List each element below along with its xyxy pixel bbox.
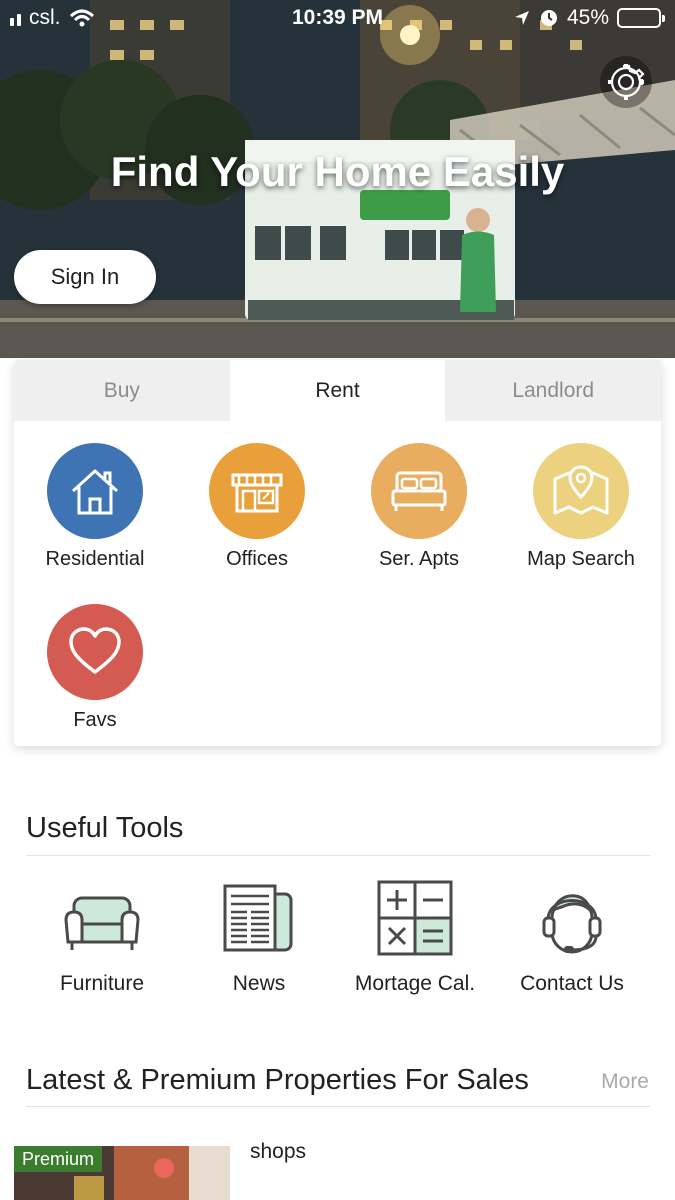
status-right: 45%: [513, 6, 665, 30]
tool-contact-us[interactable]: Contact Us: [492, 880, 652, 996]
property-thumbnail[interactable]: Premium: [14, 1146, 230, 1200]
section-divider: [26, 1106, 650, 1107]
premium-badge: Premium: [14, 1146, 103, 1172]
sofa-icon: [64, 896, 140, 950]
category-label: Map Search: [527, 548, 635, 570]
settings-button[interactable]: [600, 56, 652, 108]
tool-label: Furniture: [59, 972, 145, 995]
tool-mortgage-calculator[interactable]: Mortage Cal.: [335, 880, 495, 996]
category-map-search[interactable]: Map Search: [500, 443, 661, 571]
tool-label: Contact Us: [520, 972, 624, 995]
alarm-clock-icon: [540, 10, 557, 26]
tool-news[interactable]: News: [179, 880, 339, 996]
category-icon-bg: [371, 443, 467, 539]
sign-in-button[interactable]: Sign In: [14, 250, 156, 304]
gear-icon: [608, 64, 645, 100]
heart-icon: [69, 627, 121, 674]
category-label: Favs: [73, 709, 117, 731]
category-label: Ser. Apts: [378, 548, 460, 570]
category-serviced-apartments[interactable]: Ser. Apts: [338, 443, 500, 571]
hero-banner: csl. 10:39 PM 45% Find Your Home Easily …: [0, 0, 675, 358]
storefront-icon: [231, 473, 283, 513]
more-link[interactable]: More: [601, 1070, 649, 1094]
headset-icon: [542, 894, 602, 954]
tool-label: News: [232, 972, 286, 995]
bed-icon: [391, 471, 447, 511]
house-icon: [71, 469, 119, 515]
latest-properties-title: Latest & Premium Properties For Sales: [26, 1064, 529, 1096]
calculator-icon: [377, 880, 453, 956]
category-icon-bg: [209, 443, 305, 539]
status-bar: csl. 10:39 PM 45%: [0, 0, 675, 38]
tool-label: Mortage Cal.: [354, 972, 476, 995]
hero-title: Find Your Home Easily: [110, 148, 565, 195]
category-icon-bg: [533, 443, 629, 539]
battery-percent: 45%: [566, 6, 609, 29]
useful-tools-title: Useful Tools: [26, 812, 184, 844]
category-residential[interactable]: Residential: [14, 443, 176, 571]
battery-icon: [617, 8, 665, 28]
section-divider: [26, 855, 650, 856]
search-category-card: Buy Rent Landlord Residential Offices Se…: [14, 360, 661, 746]
tab-landlord[interactable]: Landlord: [445, 360, 661, 421]
category-label: Offices: [226, 548, 288, 570]
location-arrow-icon: [514, 11, 529, 25]
map-pin-icon: [553, 465, 609, 515]
tool-furniture[interactable]: Furniture: [22, 880, 182, 996]
category-label: Residential: [45, 548, 145, 570]
category-icon-bg: [47, 443, 143, 539]
tab-buy[interactable]: Buy: [14, 360, 230, 421]
listing-type-tabs: Buy Rent Landlord: [14, 360, 661, 421]
category-offices[interactable]: Offices: [176, 443, 338, 571]
category-icon-bg: [47, 604, 143, 700]
tab-rent[interactable]: Rent: [229, 360, 446, 421]
property-type[interactable]: shops: [250, 1140, 306, 1164]
newspaper-icon: [223, 884, 293, 952]
category-favs[interactable]: Favs: [14, 604, 176, 732]
